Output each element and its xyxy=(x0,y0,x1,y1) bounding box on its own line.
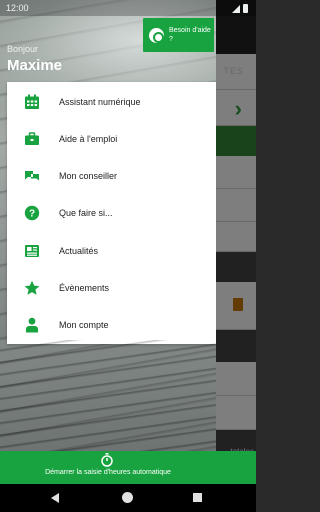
system-nav-bar xyxy=(0,484,256,512)
greeting: Bonjour xyxy=(7,44,39,54)
back-icon[interactable] xyxy=(51,493,59,503)
auto-hours-button[interactable]: Démarrer la saisie d'heures automatique xyxy=(0,451,256,484)
menu-item-events[interactable]: Évènements xyxy=(7,269,216,306)
battery-icon xyxy=(243,4,248,13)
briefcase-icon xyxy=(23,130,41,148)
home-icon[interactable] xyxy=(122,492,133,503)
menu-item-assistant[interactable]: Assistant numérique xyxy=(7,83,216,120)
help-button[interactable]: Besoin d'aide ? xyxy=(143,18,214,52)
menu-item-label: Aide à l'emploi xyxy=(59,133,118,144)
navigation-drawer: Besoin d'aide ? Bonjour Maxime Assistant… xyxy=(0,0,216,484)
auto-hours-label: Démarrer la saisie d'heures automatique xyxy=(45,469,171,476)
menu-item-label: Évènements xyxy=(59,282,110,293)
svg-text:?: ? xyxy=(29,208,35,219)
menu-item-label: Assistant numérique xyxy=(59,96,141,107)
menu-item-label: Mon conseiller xyxy=(59,170,118,181)
menu-item-label: Mon compte xyxy=(59,319,109,330)
user-name: Maxime xyxy=(7,57,63,74)
menu-item-label: Que faire si... xyxy=(59,207,113,218)
menu-item-account[interactable]: Mon compte xyxy=(7,306,216,343)
person-icon xyxy=(23,316,41,334)
status-icons xyxy=(232,4,248,13)
menu-item-what-to-do[interactable]: ? Que faire si... xyxy=(7,194,216,231)
signal-icon xyxy=(232,4,240,13)
headset-icon xyxy=(149,27,164,43)
status-bar: 12:00 xyxy=(0,0,256,16)
newspaper-icon xyxy=(23,242,41,260)
chat-bubbles-icon xyxy=(23,167,41,185)
status-time: 12:00 xyxy=(6,3,29,13)
menu-item-label: Actualités xyxy=(59,245,99,256)
recents-icon[interactable] xyxy=(193,493,202,502)
menu-item-employment-aid[interactable]: Aide à l'emploi xyxy=(7,120,216,157)
menu-item-advisor[interactable]: Mon conseiller xyxy=(7,157,216,194)
menu-item-news[interactable]: Actualités xyxy=(7,232,216,269)
calendar-icon xyxy=(23,93,41,111)
help-button-label: Besoin d'aide ? xyxy=(169,27,211,43)
menu-card: Assistant numérique Aide à l'emploi Mon … xyxy=(7,82,216,344)
question-icon: ? xyxy=(23,204,41,222)
star-icon xyxy=(23,279,41,297)
